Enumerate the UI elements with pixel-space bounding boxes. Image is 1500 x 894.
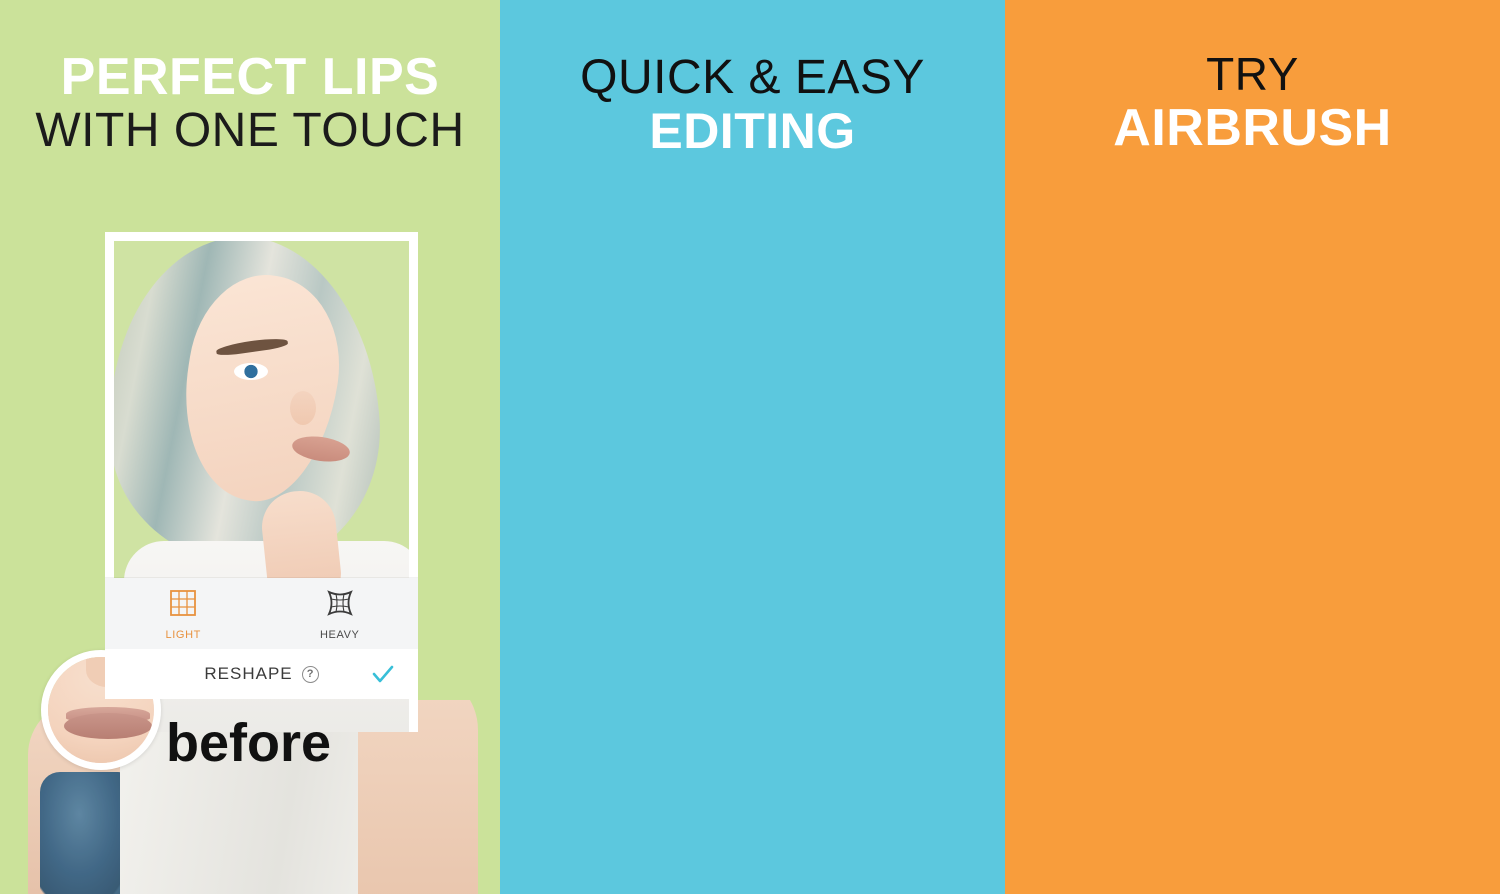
grid-heavy-icon <box>325 588 355 623</box>
model-nose <box>290 391 316 425</box>
panel-brush-heading: TRY AIRBRUSH <box>1005 48 1500 157</box>
reshape-intensity-options: LIGHT HEAVY <box>105 578 418 649</box>
reshape-action-center: RESHAPE ? <box>157 664 366 684</box>
panel-lips-heading-line2: WITH ONE TOUCH <box>35 103 465 157</box>
reshape-option-light-label: LIGHT <box>165 629 201 641</box>
panel-brush-heading-line1: TRY <box>1206 48 1299 100</box>
reshape-toolbar: LIGHT HEAVY RESHAPE ? <box>105 578 418 699</box>
panel-lips-heading: PERFECT LIPS WITH ONE TOUCH <box>0 50 500 157</box>
panel-edit-heading-line2: EDITING <box>649 102 856 159</box>
reshape-option-heavy[interactable]: HEAVY <box>262 578 419 649</box>
panel-brush-heading-line2: AIRBRUSH <box>1113 98 1392 157</box>
before-label-lips: before <box>166 713 332 773</box>
reshape-option-light[interactable]: LIGHT <box>105 578 262 649</box>
reshape-action-bar: RESHAPE ? <box>105 649 418 699</box>
reshape-action-title: RESHAPE <box>204 664 293 683</box>
panel-perfect-lips: PERFECT LIPS WITH ONE TOUCH LIGHT HEAVY … <box>0 0 500 894</box>
grid-light-icon <box>168 588 198 623</box>
help-icon[interactable]: ? <box>301 665 319 683</box>
panel-edit-heading-line1: QUICK & EASY <box>580 51 925 104</box>
closeup-lower-lip <box>64 713 152 739</box>
panel-edit-heading: QUICK & EASY EDITING <box>500 52 1005 159</box>
reshape-option-heavy-label: HEAVY <box>320 629 360 641</box>
app-store-screenshot-board: PERFECT LIPS WITH ONE TOUCH LIGHT HEAVY … <box>0 0 1500 894</box>
panel-try-airbrush: TRY AIRBRUSH <box>1005 0 1500 894</box>
panel-lips-heading-line1: PERFECT LIPS <box>60 48 440 106</box>
check-icon[interactable] <box>366 661 400 687</box>
panel-quick-easy-editing: QUICK & EASY EDITING <box>500 0 1005 894</box>
model-eye <box>234 363 268 380</box>
